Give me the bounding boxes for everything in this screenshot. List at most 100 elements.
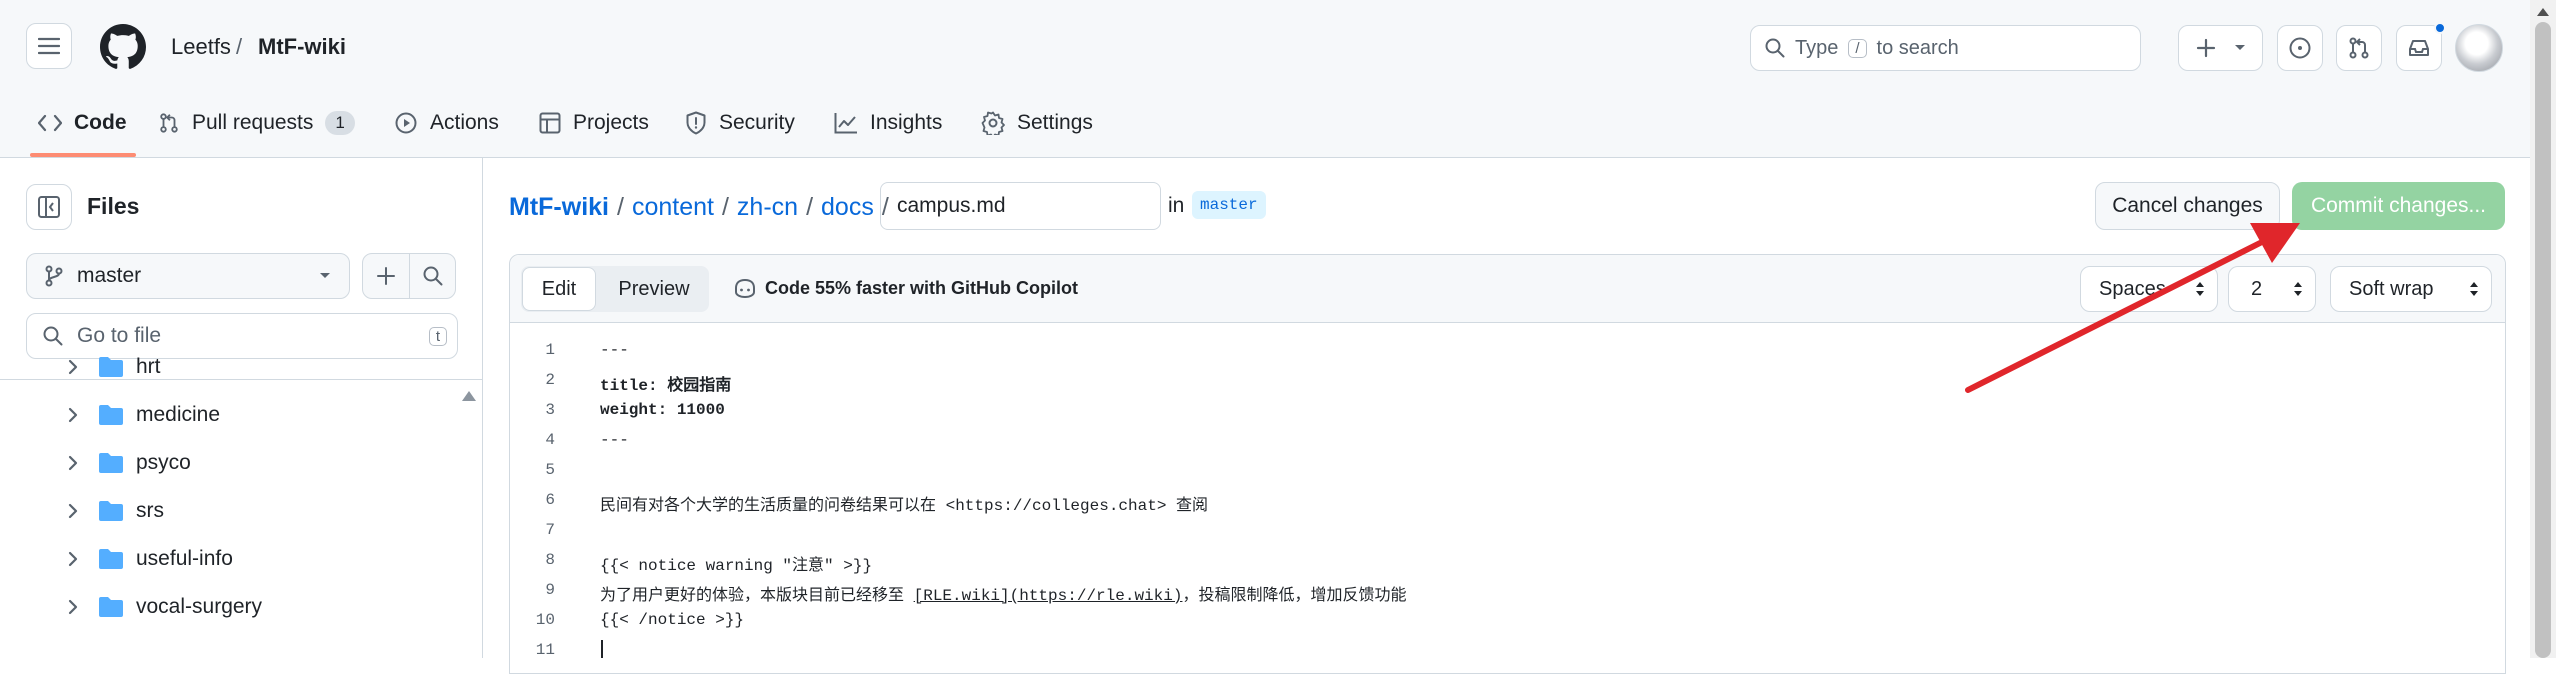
path-separator: / — [617, 192, 624, 221]
triangle-down-icon — [320, 273, 330, 278]
wrap-mode-value: Soft wrap — [2349, 277, 2434, 300]
code-line[interactable]: {{< notice warning "注意" >}} — [600, 551, 872, 575]
tab-pull-requests[interactable]: Pull requests 1 — [158, 103, 355, 143]
code-line[interactable]: --- — [600, 341, 629, 359]
code-line[interactable]: 民间有对各个大学的生活质量的问卷结果可以在 <https://colleges.… — [600, 491, 1208, 515]
tab-insights[interactable]: Insights — [834, 103, 942, 143]
line-number: 1 — [545, 341, 555, 359]
commit-changes-button[interactable]: Commit changes... — [2292, 182, 2505, 230]
tree-folder-item[interactable]: medicine — [0, 393, 460, 437]
play-icon — [395, 112, 417, 134]
tab-pull-requests-label: Pull requests — [192, 111, 314, 134]
breadcrumb-separator: / — [236, 34, 243, 59]
menu-button[interactable] — [26, 23, 72, 69]
search-shortcut-key: / — [1848, 38, 1867, 58]
in-label: in — [1168, 194, 1185, 217]
repo-header: Leetfs / MtF-wiki Type / to search Code … — [0, 0, 2530, 158]
go-to-file-shortcut: t — [428, 326, 447, 346]
code-line[interactable]: title: 校园指南 — [600, 371, 731, 395]
search-placeholder-pre: Type — [1795, 36, 1839, 59]
github-mark-icon — [100, 24, 146, 69]
filename-input[interactable]: campus.md — [880, 182, 1161, 230]
git-branch-icon — [45, 265, 63, 287]
scrollbar-thumb[interactable] — [2535, 22, 2551, 658]
inbox-icon — [2409, 40, 2429, 56]
code-icon — [38, 114, 62, 132]
copilot-icon — [735, 278, 755, 299]
folder-icon — [99, 549, 123, 569]
code-line[interactable]: --- — [600, 431, 629, 449]
copilot-promo-label: Code 55% faster with GitHub Copilot — [765, 277, 1079, 298]
chevron-right-icon[interactable] — [67, 551, 79, 567]
collapse-file-tree-button[interactable] — [26, 184, 72, 230]
breadcrumb-owner[interactable]: Leetfs — [171, 34, 231, 60]
issues-button[interactable] — [2277, 25, 2323, 71]
tree-folder-item[interactable]: hrt — [0, 345, 460, 389]
tree-folder-item[interactable]: useful-info — [0, 537, 460, 581]
code-line[interactable]: {{< /notice >}} — [600, 611, 744, 629]
code-text: 为了用户更好的体验，本版块目前已经移至 — [600, 587, 914, 605]
search-icon[interactable] — [423, 266, 443, 286]
tree-scroll-up[interactable] — [462, 391, 476, 401]
create-new-button[interactable] — [2178, 25, 2263, 71]
breadcrumb-repo[interactable]: MtF-wiki — [258, 34, 346, 60]
wrap-mode-select[interactable]: Soft wrap — [2330, 266, 2492, 312]
chevron-right-icon[interactable] — [67, 503, 79, 519]
tree-folder-item[interactable]: vocal-surgery — [0, 585, 460, 629]
github-logo[interactable] — [100, 24, 146, 70]
files-title: Files — [87, 193, 140, 219]
tab-actions[interactable]: Actions — [394, 103, 499, 143]
pull-requests-counter: 1 — [325, 111, 355, 135]
line-number: 8 — [545, 551, 555, 569]
tab-code[interactable]: Code — [38, 103, 127, 143]
tab-settings[interactable]: Settings — [981, 103, 1093, 143]
path-separator: / — [721, 192, 729, 221]
search-icon — [43, 326, 63, 346]
tab-preview[interactable]: Preview — [600, 267, 708, 311]
scroll-up-arrow[interactable] — [2537, 8, 2549, 16]
shield-icon — [686, 111, 706, 135]
chevron-right-icon[interactable] — [67, 599, 79, 615]
folder-icon — [99, 357, 123, 377]
tree-folder-item[interactable]: psyco — [0, 441, 460, 485]
avatar[interactable] — [2455, 24, 2503, 72]
line-number: 11 — [535, 641, 555, 659]
tree-folder-item[interactable]: srs — [0, 489, 460, 533]
search-placeholder-post: to search — [1876, 36, 1959, 59]
markdown-link: [RLE.wiki](https://rle.wiki) — [913, 587, 1183, 605]
sidebar-collapse-icon — [38, 196, 60, 218]
select-arrows-icon — [2470, 282, 2478, 296]
search-input[interactable]: Type / to search — [1750, 25, 2141, 71]
chevron-right-icon[interactable] — [67, 407, 79, 423]
folder-icon — [99, 597, 123, 617]
chevron-right-icon[interactable] — [67, 455, 79, 471]
path-segment-content[interactable]: content — [632, 193, 714, 222]
editor-path: MtF-wiki / content / zh-cn / docs / — [509, 190, 889, 224]
line-number: 5 — [545, 461, 555, 479]
file-tree-sidebar: Files master Go to file t hrt medicine psy… — [0, 158, 483, 658]
issue-opened-icon — [2289, 37, 2311, 59]
add-file-button[interactable] — [362, 253, 456, 299]
path-segment-zh-cn[interactable]: zh-cn — [737, 193, 798, 222]
path-segment-repo[interactable]: MtF-wiki — [509, 193, 609, 222]
folder-icon — [99, 453, 123, 473]
branch-selector[interactable]: master — [26, 253, 350, 299]
tab-projects-label: Projects — [573, 111, 649, 134]
page-scrollbar[interactable] — [2530, 0, 2556, 658]
tab-edit[interactable]: Edit — [522, 267, 596, 311]
tab-projects[interactable]: Projects — [539, 103, 649, 143]
pull-requests-button[interactable] — [2336, 25, 2382, 71]
triangle-down-icon — [2234, 45, 2245, 50]
folder-icon — [99, 405, 123, 425]
code-line[interactable]: weight: 11000 — [600, 401, 725, 419]
path-separator: / — [806, 192, 814, 221]
path-segment-docs[interactable]: docs — [821, 193, 874, 222]
code-line[interactable]: 为了用户更好的体验，本版块目前已经移至 [RLE.wiki](https://r… — [600, 581, 1406, 605]
chevron-right-icon[interactable] — [67, 359, 79, 375]
line-number: 6 — [545, 491, 555, 509]
tab-code-underline — [30, 153, 136, 157]
line-number: 9 — [545, 581, 555, 599]
copilot-promo[interactable]: Code 55% faster with GitHub Copilot — [733, 277, 1078, 299]
plus-icon — [377, 267, 395, 285]
tab-security[interactable]: Security — [685, 103, 795, 143]
